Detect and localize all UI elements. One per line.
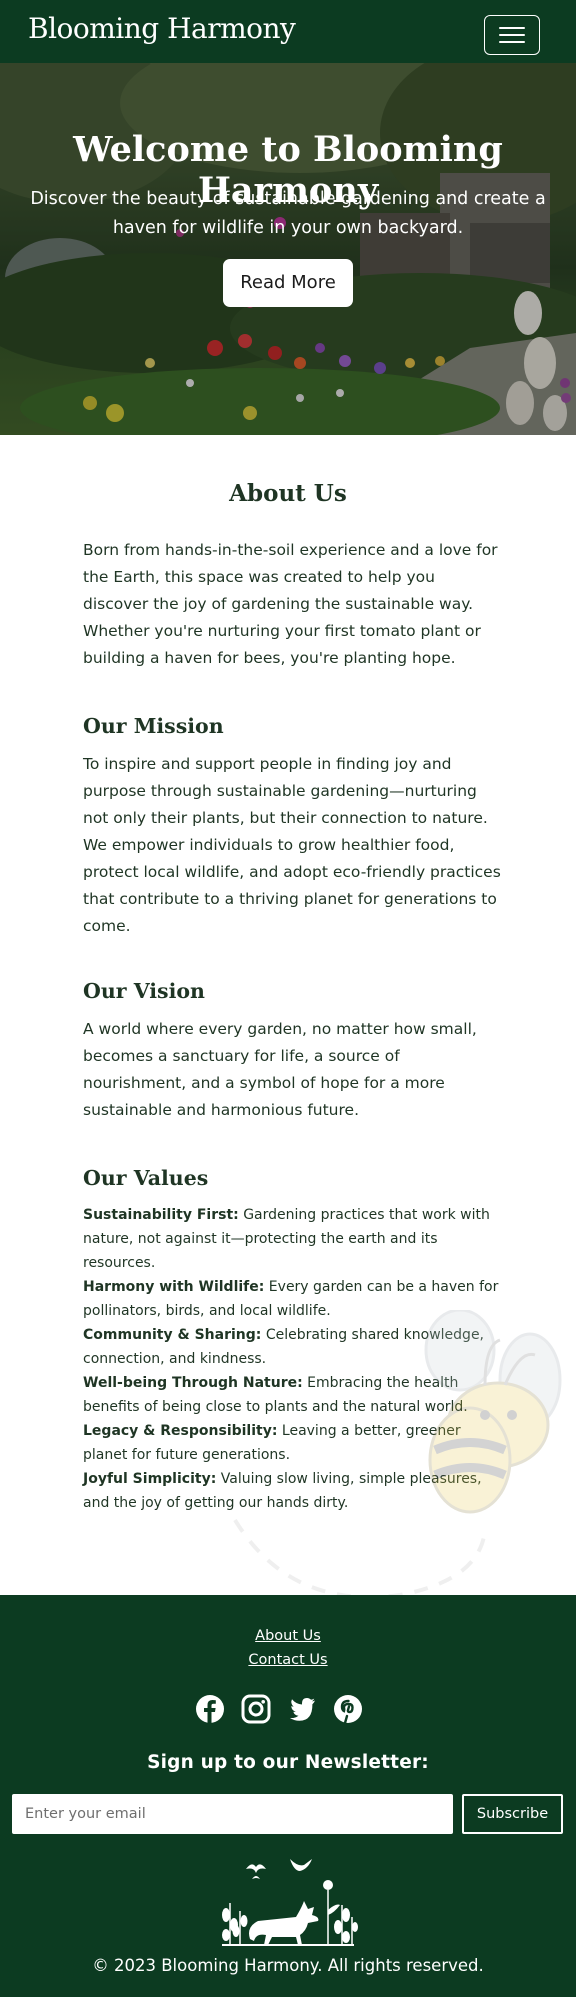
hamburger-line xyxy=(499,41,525,43)
footer: About Us Contact Us Sign up to our Newsl… xyxy=(0,1595,576,1997)
hamburger-menu-button[interactable] xyxy=(484,15,540,55)
hero-section: Welcome to Blooming Harmony Discover the… xyxy=(0,63,576,435)
fox-garden-illustration xyxy=(222,1859,358,1946)
instagram-icon[interactable] xyxy=(241,1694,271,1724)
copyright-text: © 2023 Blooming Harmony. All rights rese… xyxy=(92,1956,484,1975)
newsletter-email-input[interactable] xyxy=(12,1794,453,1834)
value-title: Sustainability First: xyxy=(83,1207,239,1223)
newsletter-title: Sign up to our Newsletter: xyxy=(147,1752,429,1773)
value-title: Joyful Simplicity: xyxy=(83,1471,217,1487)
read-more-button[interactable]: Read More xyxy=(223,259,353,307)
footer-link-contact-us[interactable]: Contact Us xyxy=(0,1652,576,1668)
hero-subtitle: Discover the beauty of sustainable garde… xyxy=(30,189,546,238)
navbar: Blooming Harmony xyxy=(0,0,576,63)
footer-link-about-us[interactable]: About Us xyxy=(0,1628,576,1644)
value-item: Sustainability First: Gardening practice… xyxy=(83,1203,503,1275)
about-paragraph: Born from hands-in-the-soil experience a… xyxy=(83,541,498,667)
vision-heading: Our Vision xyxy=(83,979,205,1003)
vision-paragraph: A world where every garden, no matter ho… xyxy=(83,1020,477,1119)
facebook-icon[interactable] xyxy=(195,1694,225,1724)
mission-heading: Our Mission xyxy=(83,714,224,738)
subscribe-button[interactable]: Subscribe xyxy=(462,1794,563,1834)
pinterest-icon[interactable] xyxy=(333,1694,363,1724)
mission-paragraph: To inspire and support people in finding… xyxy=(83,755,501,935)
brand-logo[interactable]: Blooming Harmony xyxy=(28,12,296,45)
hero-overlay xyxy=(0,63,576,435)
values-heading: Our Values xyxy=(83,1166,209,1190)
hamburger-line xyxy=(499,34,525,36)
hamburger-menu-icon xyxy=(499,27,525,29)
about-heading: About Us xyxy=(229,480,347,507)
twitter-icon[interactable] xyxy=(287,1694,317,1724)
bee-illustration xyxy=(233,1310,562,1600)
value-title: Harmony with Wildlife: xyxy=(83,1279,265,1295)
